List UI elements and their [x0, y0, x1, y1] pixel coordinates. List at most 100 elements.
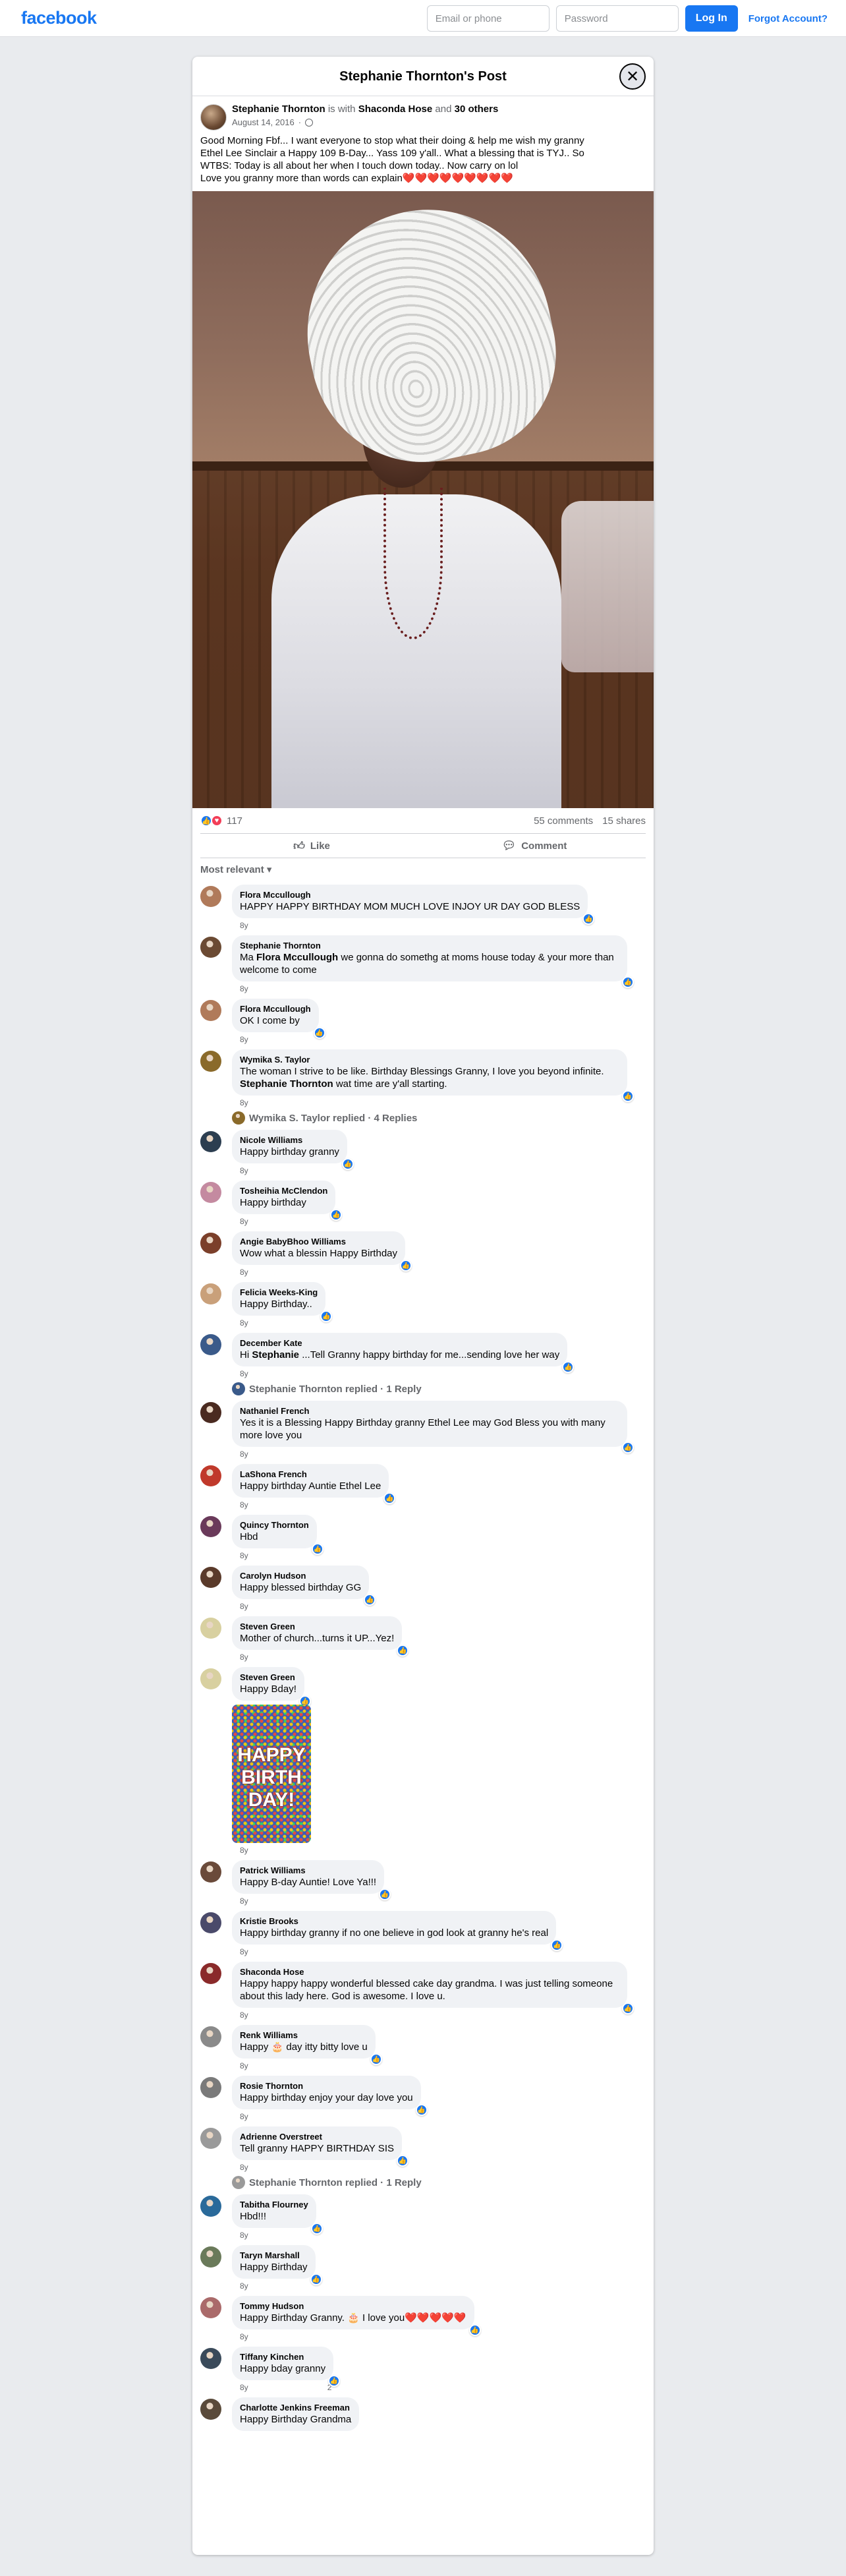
- tagged-others[interactable]: 30 others: [455, 103, 499, 115]
- close-button[interactable]: ✕: [619, 63, 646, 90]
- birthday-gif[interactable]: HAPPY BIRTH DAY!: [232, 1705, 311, 1843]
- comment-time[interactable]: 8y: [240, 1217, 248, 1226]
- commenter-name[interactable]: Charlotte Jenkins Freeman: [240, 2403, 351, 2413]
- login-button[interactable]: Log In: [685, 5, 738, 32]
- commenter-avatar[interactable]: [200, 1912, 221, 1933]
- author-avatar[interactable]: [200, 104, 227, 131]
- commenter-name[interactable]: Tosheihia McClendon: [240, 1186, 327, 1196]
- comment-like-icon[interactable]: 👍: [379, 1888, 391, 1900]
- mention-link[interactable]: Stephanie: [252, 1349, 299, 1361]
- comment-like-icon[interactable]: 👍: [415, 2104, 428, 2116]
- commenter-avatar[interactable]: [200, 2399, 221, 2420]
- comment-time[interactable]: 8y: [240, 2163, 248, 2172]
- mention-link[interactable]: Stephanie Thornton: [240, 1078, 333, 1090]
- comment-time[interactable]: 8y: [240, 1653, 248, 1662]
- comment-time[interactable]: 8y: [240, 1268, 248, 1277]
- commenter-name[interactable]: Steven Green: [240, 1672, 296, 1683]
- commenter-name[interactable]: Stephanie Thornton: [240, 941, 619, 951]
- reaction-icons[interactable]: 👍 ♥ 117: [200, 815, 242, 827]
- commenter-avatar[interactable]: [200, 2026, 221, 2047]
- view-replies-link[interactable]: Wymika S. Taylor replied · 4 Replies: [200, 1111, 646, 1125]
- post-date[interactable]: August 14, 2016: [232, 117, 295, 127]
- comments-count[interactable]: 55 comments: [534, 815, 593, 827]
- comment-time[interactable]: 8y: [240, 2061, 248, 2070]
- comment-like-icon[interactable]: 👍: [400, 1260, 412, 1272]
- comment-time[interactable]: 8y: [240, 1947, 248, 1956]
- comment-like-icon[interactable]: 👍: [311, 1543, 324, 1555]
- commenter-avatar[interactable]: [200, 1283, 221, 1304]
- commenter-name[interactable]: Nathaniel French: [240, 1406, 619, 1417]
- commenter-name[interactable]: LaShona French: [240, 1469, 381, 1480]
- comment-like-icon[interactable]: 👍: [622, 2003, 634, 2014]
- tagged-person[interactable]: Shaconda Hose: [358, 103, 433, 115]
- commenter-avatar[interactable]: [200, 1402, 221, 1423]
- commenter-name[interactable]: Nicole Williams: [240, 1135, 339, 1146]
- commenter-avatar[interactable]: [200, 1567, 221, 1588]
- commenter-name[interactable]: Kristie Brooks: [240, 1916, 548, 1927]
- forgot-account-link[interactable]: Forgot Account?: [748, 13, 828, 24]
- commenter-avatar[interactable]: [200, 1618, 221, 1639]
- commenter-name[interactable]: Flora Mccullough: [240, 890, 580, 900]
- comment-like-icon[interactable]: 👍: [370, 2053, 382, 2065]
- comment-like-icon[interactable]: 👍: [622, 1090, 634, 1102]
- commenter-avatar[interactable]: [200, 2128, 221, 2149]
- comment-time[interactable]: 8y: [240, 2332, 248, 2341]
- comment-like-icon[interactable]: 👍: [468, 2324, 481, 2336]
- comment-time[interactable]: 8y: [240, 1318, 248, 1328]
- commenter-avatar[interactable]: [200, 1233, 221, 1254]
- commenter-avatar[interactable]: [200, 2348, 221, 2369]
- author-name[interactable]: Stephanie Thornton: [232, 103, 325, 115]
- commenter-name[interactable]: Tabitha Flourney: [240, 2200, 308, 2210]
- commenter-avatar[interactable]: [200, 2246, 221, 2268]
- commenter-avatar[interactable]: [200, 886, 221, 907]
- comment-time[interactable]: 8y: [240, 2281, 248, 2291]
- post-photo[interactable]: [192, 191, 654, 808]
- commenter-avatar[interactable]: [200, 1000, 221, 1021]
- commenter-name[interactable]: Tommy Hudson: [240, 2301, 466, 2312]
- commenter-name[interactable]: Shaconda Hose: [240, 1967, 619, 1977]
- comment-button[interactable]: 💬︎ Comment: [423, 834, 646, 858]
- comment-like-icon[interactable]: 👍: [397, 2155, 409, 2167]
- mention-link[interactable]: Flora Mccullough: [256, 952, 338, 963]
- commenter-name[interactable]: Adrienne Overstreet: [240, 2132, 394, 2142]
- commenter-name[interactable]: Taryn Marshall: [240, 2250, 308, 2261]
- comment-like-icon[interactable]: 👍: [622, 976, 634, 988]
- comment-time[interactable]: 8y: [240, 2383, 248, 2392]
- commenter-name[interactable]: Felicia Weeks-King: [240, 1287, 318, 1298]
- comment-time[interactable]: 8y: [240, 1500, 248, 1509]
- commenter-avatar[interactable]: [200, 2196, 221, 2217]
- facebook-logo[interactable]: facebook: [21, 8, 97, 28]
- shares-count[interactable]: 15 shares: [602, 815, 646, 827]
- commenter-name[interactable]: Steven Green: [240, 1622, 394, 1632]
- commenter-avatar[interactable]: [200, 1861, 221, 1883]
- commenter-name[interactable]: Patrick Williams: [240, 1865, 376, 1876]
- comment-time[interactable]: 8y: [240, 1166, 248, 1175]
- comment-time[interactable]: 8y: [240, 1896, 248, 1906]
- comment-time[interactable]: 8y: [240, 2231, 248, 2240]
- commenter-name[interactable]: Quincy Thornton: [240, 1520, 309, 1531]
- comment-time[interactable]: 8y: [240, 2010, 248, 2020]
- commenter-avatar[interactable]: [200, 2077, 221, 2098]
- comment-like-icon[interactable]: 👍: [313, 1027, 325, 1039]
- commenter-name[interactable]: December Kate: [240, 1338, 559, 1349]
- reaction-count[interactable]: 117: [227, 815, 242, 827]
- commenter-avatar[interactable]: [200, 937, 221, 958]
- comment-time[interactable]: 8y: [240, 1551, 248, 1560]
- email-field[interactable]: [426, 5, 550, 32]
- comment-like-icon[interactable]: 👍: [310, 2273, 322, 2285]
- commenter-avatar[interactable]: [200, 1131, 221, 1152]
- commenter-avatar[interactable]: [200, 1516, 221, 1537]
- like-button[interactable]: 👍︎ Like: [200, 834, 423, 858]
- commenter-name[interactable]: Tiffany Kinchen: [240, 2352, 325, 2362]
- comment-time[interactable]: 8y: [240, 1369, 248, 1378]
- comment-time[interactable]: 8y: [240, 1035, 248, 1044]
- comment-like-icon[interactable]: 👍: [622, 1442, 634, 1453]
- view-replies-link[interactable]: Stephanie Thornton replied · 1 Reply: [200, 2176, 646, 2189]
- commenter-avatar[interactable]: [200, 1465, 221, 1486]
- commenter-avatar[interactable]: [200, 1668, 221, 1689]
- comment-like-icon[interactable]: 👍: [341, 1158, 354, 1170]
- comment-time[interactable]: 8y: [240, 2112, 248, 2121]
- commenter-name[interactable]: Wymika S. Taylor: [240, 1055, 619, 1065]
- commenter-name[interactable]: Rosie Thornton: [240, 2081, 413, 2092]
- commenter-name[interactable]: Flora Mccullough: [240, 1004, 311, 1014]
